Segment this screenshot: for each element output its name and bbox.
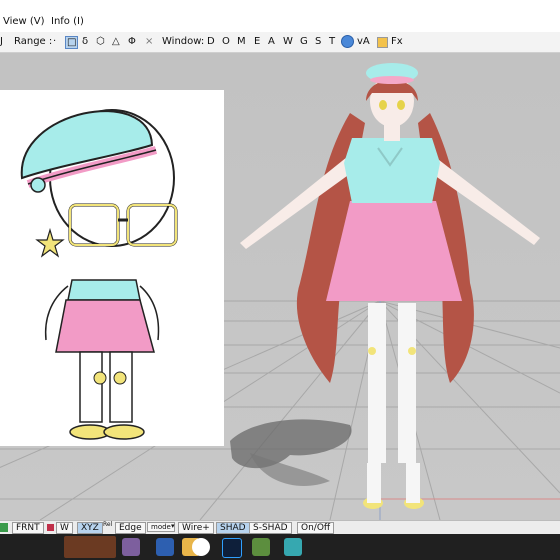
range-dot[interactable]: · bbox=[53, 36, 56, 47]
chibi-reference-drawing bbox=[20, 109, 178, 440]
window-item-o[interactable]: O bbox=[222, 36, 230, 47]
range-mode-delta[interactable]: δ bbox=[82, 36, 88, 47]
window-item-m[interactable]: M bbox=[237, 36, 246, 47]
3d-viewport[interactable] bbox=[0, 53, 560, 520]
video-icon[interactable] bbox=[156, 538, 174, 556]
mode-chevron-icon[interactable]: ▾ bbox=[171, 522, 175, 530]
w-button[interactable]: W bbox=[56, 522, 73, 534]
range-label: Range : bbox=[14, 36, 53, 47]
window-item-s[interactable]: S bbox=[315, 36, 321, 47]
range-mode-select[interactable]: □ bbox=[65, 36, 79, 49]
w-color-swatch bbox=[47, 524, 54, 531]
status-bar: FRNT W XYZ Rel Edge mode ▾ Wire+ SHAD S-… bbox=[0, 520, 560, 535]
s-shad-button[interactable]: S-SHAD bbox=[249, 522, 292, 534]
xyz-rel-label: Rel bbox=[103, 521, 113, 528]
window-item-d[interactable]: D bbox=[207, 36, 215, 47]
menu-view[interactable]: View (V) bbox=[3, 16, 45, 27]
xyz-button[interactable]: XYZ bbox=[77, 522, 103, 534]
edge-button[interactable]: Edge bbox=[115, 522, 146, 534]
shad-button[interactable]: SHAD bbox=[216, 522, 250, 534]
range-mode-triangle[interactable]: △ bbox=[112, 36, 120, 47]
toolbar: J Range : · □ δ ⬡ △ Φ × Window: D O M E … bbox=[0, 32, 560, 53]
paint-icon[interactable] bbox=[122, 538, 140, 556]
app-thumbnail-icon[interactable] bbox=[64, 536, 116, 558]
window-item-w[interactable]: W bbox=[283, 36, 293, 47]
on-off-button[interactable]: On/Off bbox=[297, 522, 335, 534]
window-item-t[interactable]: T bbox=[329, 36, 335, 47]
window-label: Window: bbox=[162, 36, 205, 47]
toolbar-left-fragment: J bbox=[0, 36, 3, 47]
window-item-g[interactable]: G bbox=[300, 36, 308, 47]
taskbar bbox=[0, 534, 560, 560]
menu-bar: View (V) Info (I) bbox=[0, 0, 560, 32]
fx-icon bbox=[377, 37, 388, 48]
status-indicator-icon bbox=[0, 523, 8, 532]
window-item-e[interactable]: E bbox=[254, 36, 260, 47]
reference-image bbox=[0, 90, 224, 446]
pmx-editor-icon[interactable] bbox=[284, 538, 302, 556]
view-frnt-button[interactable]: FRNT bbox=[12, 522, 44, 534]
range-mode-hexagon[interactable]: ⬡ bbox=[96, 36, 105, 47]
photoshop-icon[interactable] bbox=[222, 538, 242, 558]
va-button[interactable]: vA bbox=[357, 36, 370, 47]
window-item-a[interactable]: A bbox=[268, 36, 275, 47]
wire-button[interactable]: Wire+ bbox=[178, 522, 214, 534]
menu-info[interactable]: Info (I) bbox=[51, 16, 84, 27]
range-mode-phi[interactable]: Φ bbox=[128, 36, 136, 47]
minecraft-icon[interactable] bbox=[252, 538, 270, 556]
fx-button[interactable]: Fx bbox=[391, 36, 403, 47]
range-mode-x[interactable]: × bbox=[145, 36, 153, 47]
globe-icon[interactable] bbox=[341, 35, 354, 48]
yandex-browser-icon[interactable] bbox=[192, 538, 210, 556]
